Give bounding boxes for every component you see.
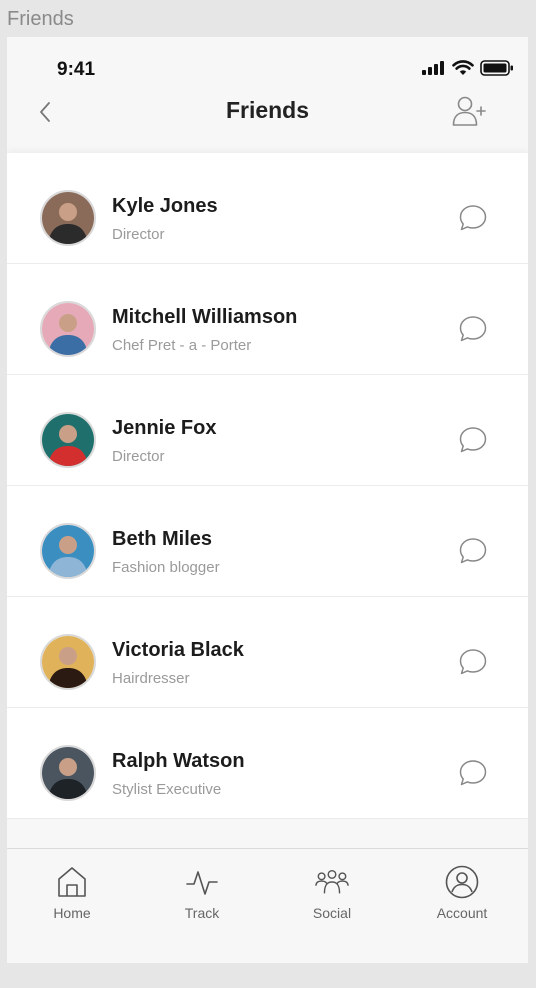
avatar[interactable] [40, 412, 96, 468]
avatar[interactable] [40, 190, 96, 246]
message-button[interactable] [458, 536, 488, 566]
friend-row[interactable]: Jennie Fox Director [7, 375, 528, 486]
message-button[interactable] [458, 647, 488, 677]
tab-bar: Home Track Social Account [7, 848, 528, 963]
frame-title: Friends [7, 8, 74, 30]
tab-account[interactable]: Account [397, 849, 527, 949]
message-button[interactable] [458, 425, 488, 455]
person-photo-icon [42, 747, 94, 799]
friend-role: Fashion blogger [112, 559, 220, 576]
status-bar: 9:41 [7, 37, 528, 93]
friend-name: Kyle Jones [112, 195, 218, 217]
message-button[interactable] [458, 203, 488, 233]
account-icon [445, 865, 479, 899]
avatar[interactable] [40, 301, 96, 357]
chat-bubble-icon [459, 538, 487, 564]
status-icons [422, 60, 514, 76]
chat-bubble-icon [459, 427, 487, 453]
friend-list: Kyle Jones Director Mitchell Williamson Che… [7, 153, 528, 819]
person-photo-icon [42, 303, 94, 355]
friend-name: Mitchell Williamson [112, 306, 298, 328]
avatar[interactable] [40, 634, 96, 690]
friend-row[interactable]: Kyle Jones Director [7, 153, 528, 264]
battery-icon [480, 60, 513, 76]
page-title: Friends [225, 97, 310, 123]
friend-role: Chef Pret - a - Porter [112, 337, 252, 354]
chat-bubble-icon [459, 205, 487, 231]
chat-bubble-icon [459, 316, 487, 342]
friend-row[interactable]: Mitchell Williamson Chef Pret - a - Porte… [7, 264, 528, 375]
person-photo-icon [42, 525, 94, 577]
friend-name: Jennie Fox [112, 417, 217, 439]
group-icon [315, 869, 349, 894]
navigation-bar: Friends [7, 93, 528, 149]
friend-row[interactable]: Ralph Watson Stylist Executive [7, 708, 528, 819]
status-time: 9:41 [57, 59, 96, 80]
home-icon [58, 867, 86, 897]
tab-home[interactable]: Home [7, 849, 137, 949]
friend-row[interactable]: Beth Miles Fashion blogger [7, 486, 528, 597]
avatar[interactable] [40, 745, 96, 801]
friend-role: Director [112, 226, 165, 243]
tab-label: Track [184, 905, 220, 921]
friend-role: Hairdresser [112, 670, 190, 687]
friend-name: Victoria Black [112, 639, 244, 661]
tab-social[interactable]: Social [267, 849, 397, 949]
tab-label: Account [436, 905, 488, 921]
add-friend-button[interactable] [452, 95, 488, 127]
friend-name: Ralph Watson [112, 750, 245, 772]
tab-track[interactable]: Track [137, 849, 267, 949]
chat-bubble-icon [459, 649, 487, 675]
phone-screen: 9:41 Friends Kyle Jones Director Mitchel… [7, 37, 528, 963]
friend-row[interactable]: Victoria Black Hairdresser [7, 597, 528, 708]
person-photo-icon [42, 414, 94, 466]
add-user-icon [452, 96, 486, 126]
message-button[interactable] [458, 314, 488, 344]
friend-name: Beth Miles [112, 528, 213, 550]
tab-label: Home [53, 905, 91, 921]
friend-role: Stylist Executive [112, 781, 222, 798]
wifi-icon [452, 60, 474, 75]
chat-bubble-icon [459, 760, 487, 786]
activity-icon [186, 871, 218, 895]
message-button[interactable] [458, 758, 488, 788]
avatar[interactable] [40, 523, 96, 579]
person-photo-icon [42, 192, 94, 244]
cellular-signal-icon [422, 61, 444, 75]
person-photo-icon [42, 636, 94, 688]
friend-role: Director [112, 448, 165, 465]
tab-label: Social [312, 905, 352, 921]
